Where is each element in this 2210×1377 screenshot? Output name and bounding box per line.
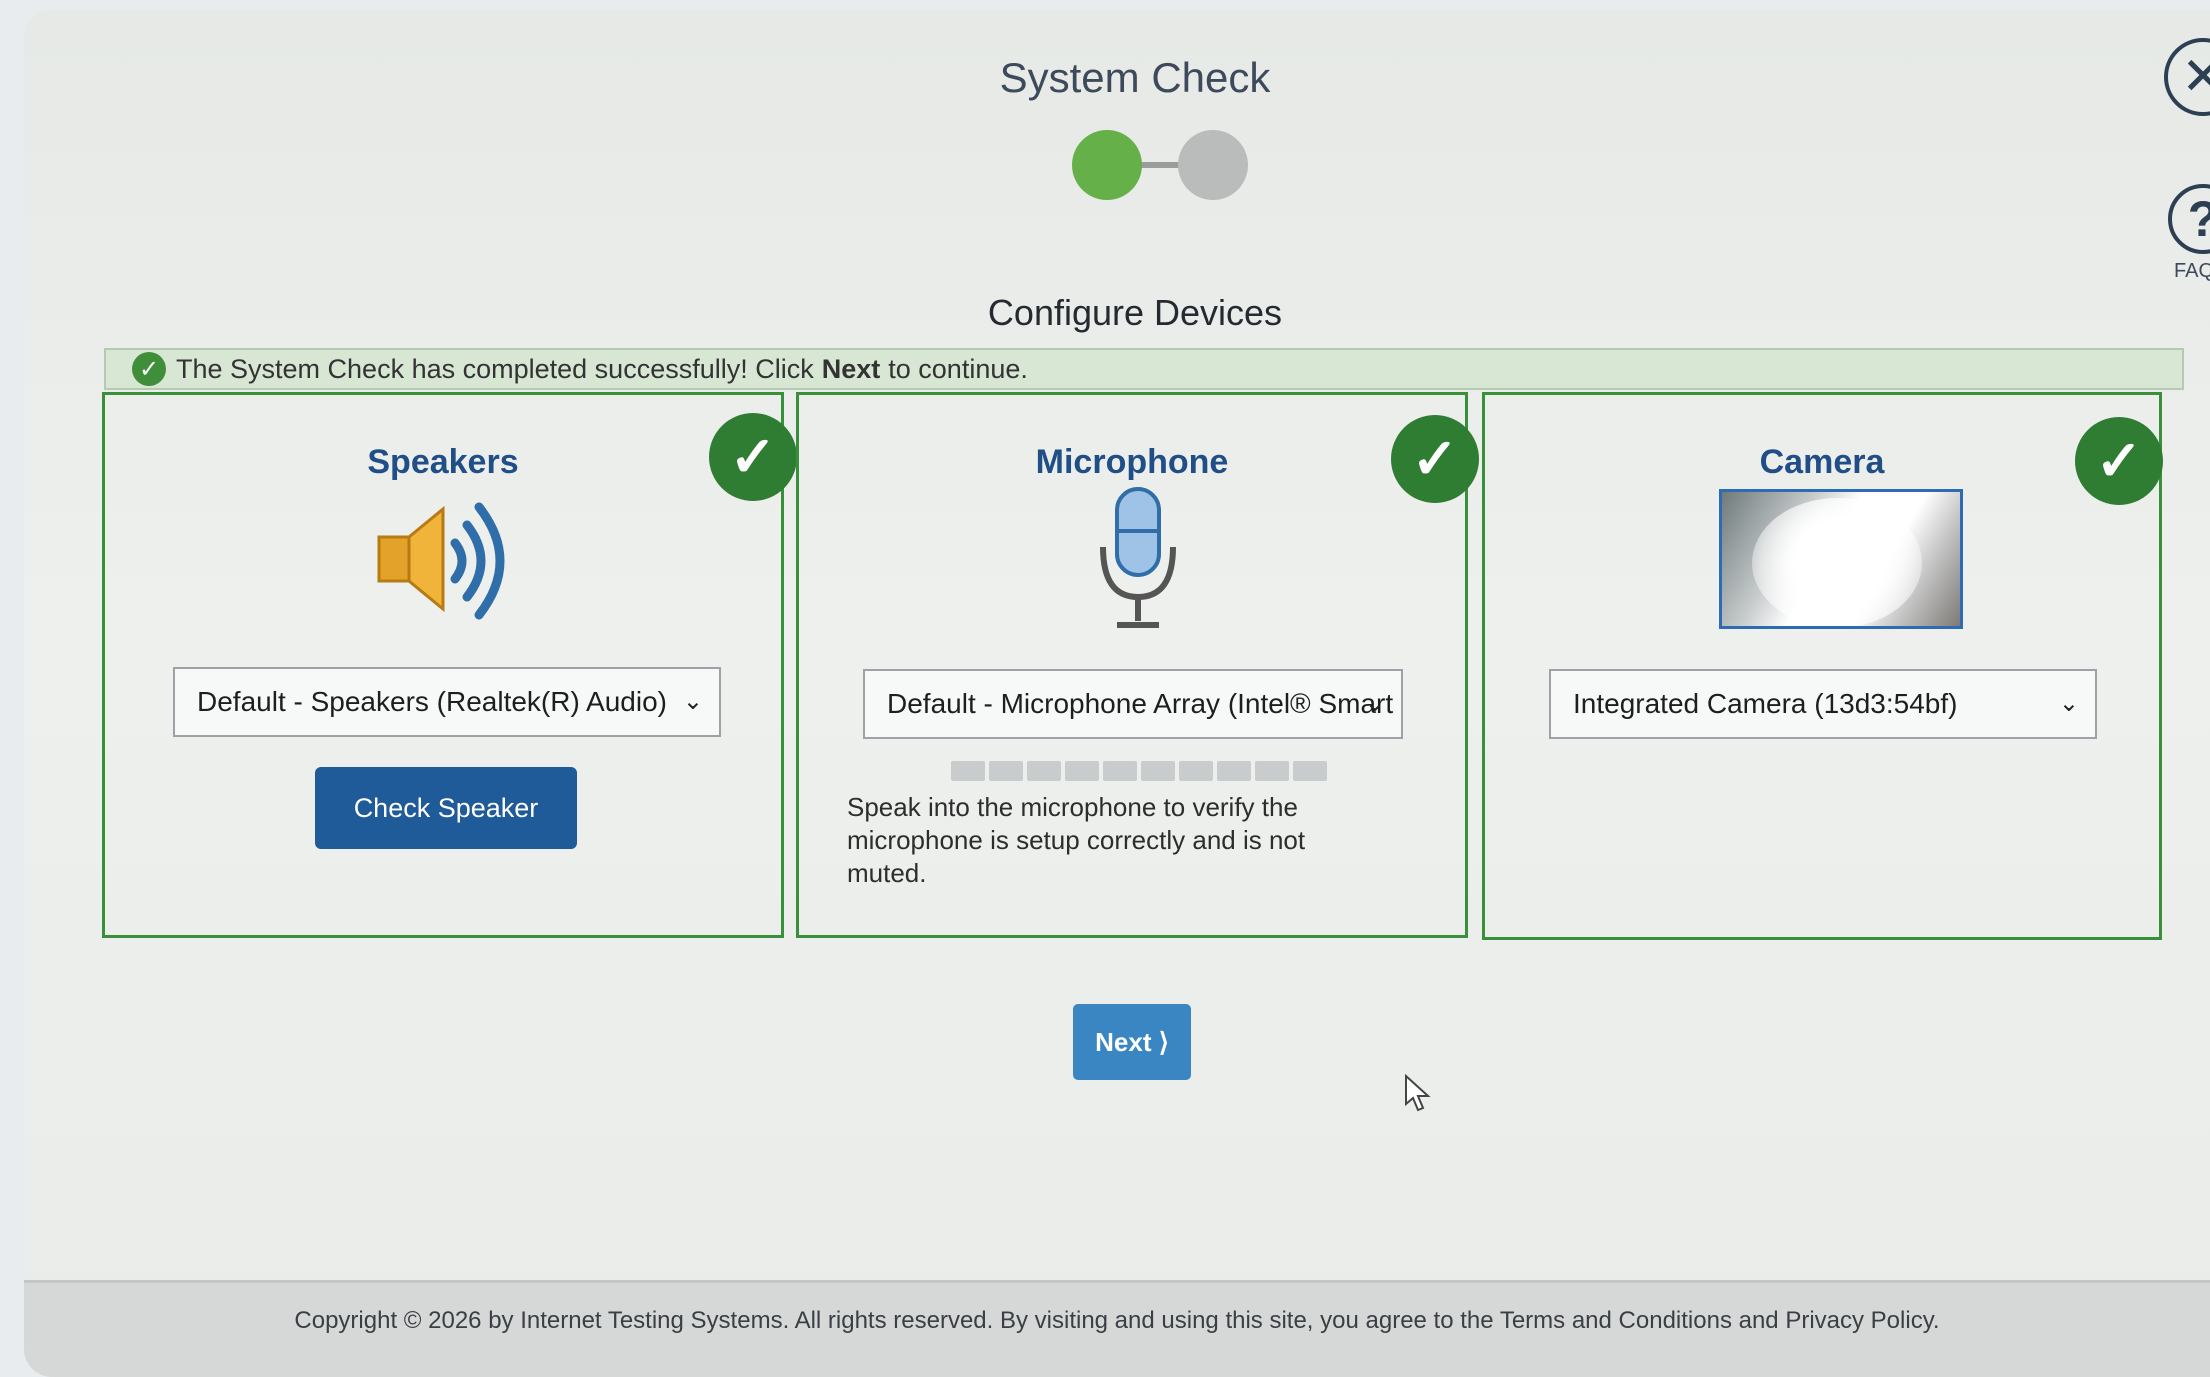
- camera-panel: Camera ✓ Integrated Camera (13d3:54bf) ⌄: [1482, 392, 2163, 940]
- check-circle-icon: ✓: [132, 352, 166, 386]
- check-speaker-button[interactable]: Check Speaker: [315, 767, 577, 849]
- camera-check-icon: ✓: [2075, 417, 2163, 505]
- camera-preview: [1719, 489, 1963, 629]
- camera-device-value: Integrated Camera (13d3:54bf): [1573, 688, 1958, 719]
- meter-segment: [989, 761, 1023, 781]
- chevron-down-icon: ⌄: [1364, 690, 1385, 717]
- banner-text-strong: Next: [821, 353, 881, 384]
- footer: Copyright © 2026 by Internet Testing Sys…: [24, 1280, 2210, 1377]
- mouse-cursor-icon: [1405, 1074, 1431, 1112]
- microphone-help-text: Speak into the microphone to verify the …: [847, 792, 1306, 888]
- meter-segment: [1217, 761, 1251, 781]
- meter-segment: [1141, 761, 1175, 781]
- section-title: Configure Devices: [987, 292, 1283, 333]
- footer-copyright: Copyright © 2026 by Internet Testing Sys…: [294, 1307, 1940, 1334]
- microphone-level-meter: [951, 761, 1327, 781]
- meter-segment: [1179, 761, 1213, 781]
- speakers-panel: Speakers ✓ Default - Speakers (Realtek(R…: [102, 392, 797, 938]
- meter-segment: [1065, 761, 1099, 781]
- faq-button[interactable]: ?: [2168, 184, 2210, 254]
- speakers-title: Speakers: [367, 443, 519, 481]
- meter-segment: [951, 761, 985, 781]
- step-connector: [1138, 162, 1182, 168]
- meter-segment: [1027, 761, 1061, 781]
- speaker-device-value: Default - Speakers (Realtek(R) Audio): [197, 686, 667, 717]
- microphone-device-value: Default - Microphone Array (Intel® Smart: [887, 688, 1394, 719]
- banner-text-prefix: The System Check has completed successfu…: [176, 353, 814, 384]
- close-icon: ✕: [2181, 48, 2210, 106]
- microphone-panel: Microphone ✓ Default - Microphone Array …: [796, 392, 1479, 938]
- speaker-device-select[interactable]: Default - Speakers (Realtek(R) Audio) ⌄: [173, 667, 721, 737]
- meter-segment: [1255, 761, 1289, 781]
- microphone-title: Microphone: [1035, 443, 1229, 481]
- speaker-icon: [377, 502, 505, 620]
- close-button[interactable]: ✕: [2164, 38, 2210, 116]
- microphone-check-icon: ✓: [1391, 415, 1479, 503]
- microphone-icon: [1100, 487, 1176, 628]
- chevron-down-icon: ⌄: [2058, 690, 2079, 717]
- next-button[interactable]: Next ⟩: [1073, 1004, 1191, 1080]
- page-title: System Check: [999, 54, 1271, 101]
- speakers-check-icon: ✓: [709, 413, 797, 501]
- banner-text-suffix: to continue.: [888, 353, 1028, 384]
- meter-segment: [1293, 761, 1327, 781]
- step-indicator-1: [1072, 130, 1142, 200]
- chevron-down-icon: ⌄: [682, 688, 703, 715]
- system-check-window: System Check ✕ ? FAQ Configure Devices ✓…: [24, 10, 2210, 1377]
- camera-title: Camera: [1759, 443, 1885, 481]
- success-banner: ✓ The System Check has completed success…: [104, 348, 2184, 390]
- meter-segment: [1103, 761, 1137, 781]
- microphone-device-select[interactable]: Default - Microphone Array (Intel® Smart…: [863, 669, 1403, 739]
- help-icon: ?: [2188, 190, 2210, 248]
- camera-device-select[interactable]: Integrated Camera (13d3:54bf) ⌄: [1549, 669, 2097, 739]
- step-progress: [1072, 130, 1252, 202]
- step-indicator-2: [1178, 130, 1248, 200]
- faq-label: FAQ: [2174, 260, 2210, 282]
